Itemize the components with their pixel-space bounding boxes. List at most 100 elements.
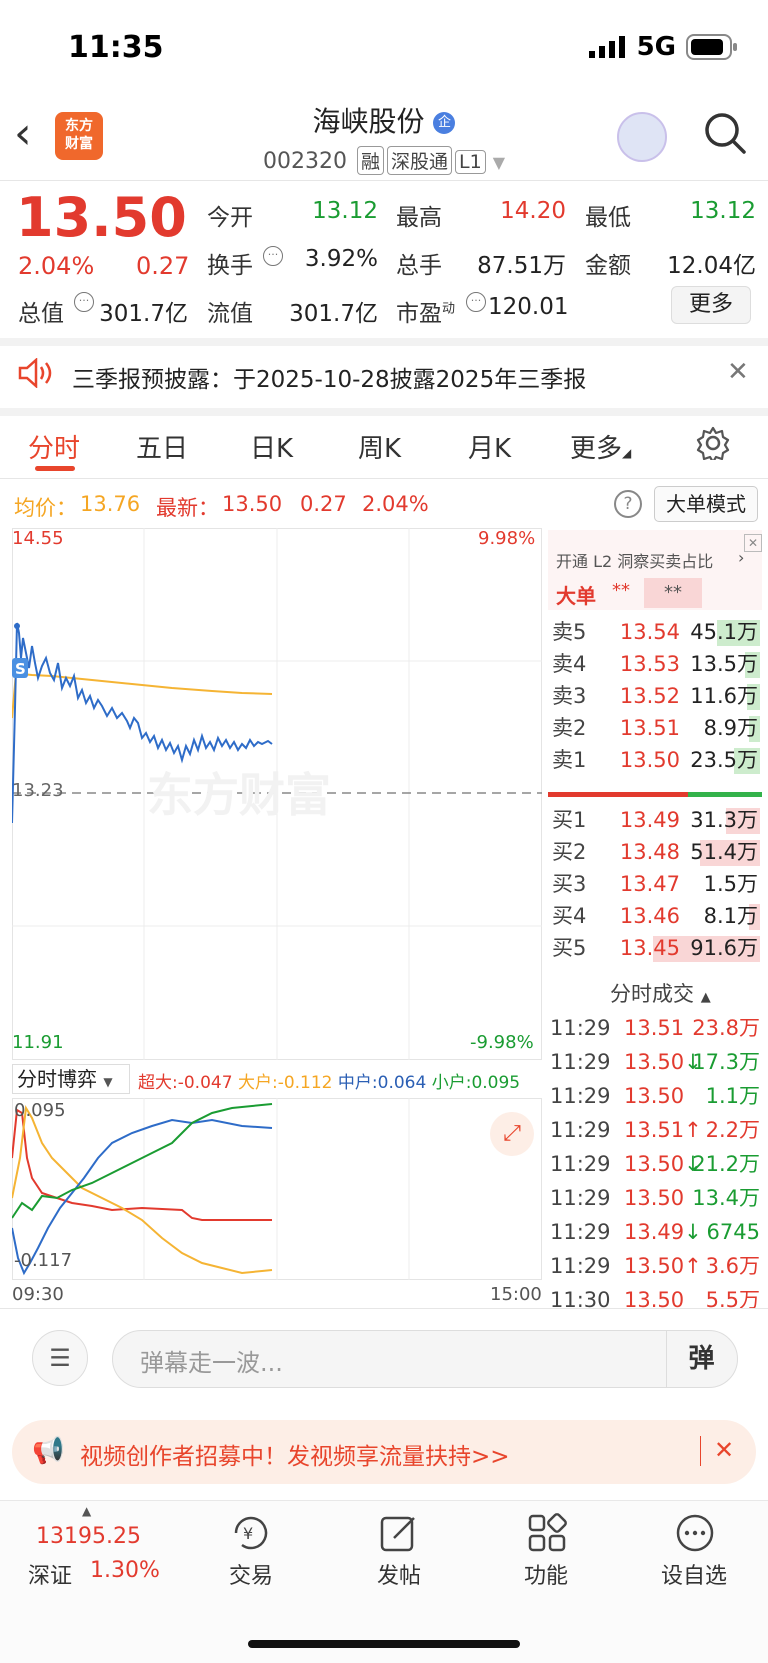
level-price: 13.53 — [619, 652, 680, 676]
level-price: 13.48 — [619, 840, 680, 864]
assistant-avatar-icon[interactable] — [617, 112, 667, 162]
buy-sell-ratio-green — [688, 792, 762, 797]
flow-y-bottom-label: -0.117 — [14, 1250, 73, 1271]
level-price: 13.46 — [619, 904, 680, 928]
y-bottom-label: 11.91 — [12, 1032, 64, 1053]
flow-large-value: -0.112 — [277, 1073, 333, 1093]
divider — [0, 478, 768, 479]
trade-volume: 17.3万 — [692, 1050, 760, 1074]
tab-intraday[interactable]: 分时 — [28, 428, 80, 465]
battery-icon — [686, 34, 737, 60]
level-label: 买4 — [552, 904, 587, 928]
network-label: 5G — [636, 32, 676, 62]
caret-up-icon: ▲ — [82, 1504, 92, 1518]
index-value[interactable]: 13195.25 — [36, 1524, 141, 1549]
tab-daily-k[interactable]: 日K — [250, 428, 293, 465]
low-value: 13.12 — [690, 198, 756, 224]
notice-text[interactable]: 三季报预披露：于2025-10-28披露2025年三季报 — [72, 360, 586, 394]
level-price: 13.54 — [619, 620, 680, 644]
svg-text:¥: ¥ — [243, 1524, 253, 1543]
change-pct: 2.04% — [18, 252, 95, 280]
watchlist-settings-icon[interactable] — [674, 1512, 716, 1554]
trade-time: 11:29 — [550, 1254, 611, 1278]
big-order-label: 大单 — [556, 584, 596, 608]
float-cap-value: 301.7亿 — [289, 301, 378, 327]
danmu-placeholder: 弹幕走一波... — [140, 1349, 283, 1377]
section-gap — [0, 408, 768, 416]
expand-icon[interactable]: ⤢ — [490, 1112, 534, 1156]
tab-more[interactable]: 更多◢ — [570, 428, 631, 465]
functions-icon[interactable] — [526, 1512, 568, 1554]
ask-row[interactable]: 卖3 13.52 11.6万 — [548, 680, 762, 712]
ask-row[interactable]: 卖4 13.53 13.5万 — [548, 648, 762, 680]
tab-weekly-k[interactable]: 周K — [358, 428, 401, 465]
settings-gear-icon[interactable] — [696, 426, 730, 460]
more-dots-icon[interactable]: ··· — [466, 292, 486, 312]
post-icon[interactable] — [378, 1512, 420, 1554]
section-gap — [0, 338, 768, 346]
more-dots-icon[interactable]: ··· — [74, 292, 94, 312]
big-order-stars-1: ** — [612, 580, 630, 601]
bid-row[interactable]: 买3 13.47 1.5万 — [548, 868, 762, 900]
close-icon[interactable]: ✕ — [727, 357, 749, 387]
bid-row[interactable]: 买5 13.45 91.6万 — [548, 932, 762, 964]
l2-text[interactable]: 开通 L2 洞察买卖占比 — [556, 548, 713, 572]
more-button[interactable]: 更多 — [671, 286, 751, 324]
trades-title[interactable]: 分时成交 ▲ — [610, 978, 711, 1008]
flow-super-label: 超大: — [138, 1073, 178, 1093]
level-price: 13.50 — [619, 748, 680, 772]
index-name[interactable]: 深证 — [28, 1558, 72, 1590]
help-icon[interactable]: ? — [614, 490, 642, 518]
big-order-mode-button[interactable]: 大单模式 — [654, 486, 758, 522]
trade-volume: 6745 — [706, 1220, 760, 1244]
ask-row[interactable]: 卖1 13.50 23.5万 — [548, 744, 762, 776]
trade-row: 11:30 13.50 5.5万 — [550, 1284, 760, 1316]
flow-chart[interactable] — [12, 1098, 542, 1280]
divider — [0, 180, 768, 181]
danmu-send-button[interactable]: 弹 — [666, 1331, 736, 1387]
trade-volume: 1.1万 — [705, 1084, 760, 1108]
volume-label: 总手 — [396, 253, 442, 279]
danmu-settings-icon[interactable]: ☰ — [32, 1330, 88, 1386]
banner-text[interactable]: 视频创作者招募中！发视频享流量扶持>> — [80, 1437, 510, 1471]
home-indicator — [248, 1640, 520, 1648]
status-right: 5G — [588, 32, 738, 62]
latest-value: 13.50 — [222, 492, 283, 516]
nav-trade[interactable]: 交易 — [191, 1558, 311, 1590]
tab-five-day[interactable]: 五日 — [136, 428, 188, 465]
level-label: 买5 — [552, 936, 587, 960]
flow-mid-value: 0.064 — [377, 1073, 427, 1093]
tab-monthly-k[interactable]: 月K — [468, 428, 511, 465]
status-time: 11:35 — [68, 30, 164, 65]
more-dots-icon[interactable]: ··· — [263, 246, 283, 266]
trade-volume: 23.8万 — [692, 1016, 760, 1040]
nav-watchlist[interactable]: 设自选 — [634, 1558, 754, 1590]
tab-underline — [35, 466, 75, 471]
trade-row: 11:29 13.50↑ 3.6万 — [550, 1250, 760, 1282]
level-label: 买2 — [552, 840, 587, 864]
close-icon[interactable]: ✕ — [714, 1436, 734, 1464]
flow-selector-label: 分时博弈 — [17, 1067, 97, 1091]
volume-value: 87.51万 — [477, 253, 566, 279]
trade-price: 13.50 — [624, 1288, 685, 1312]
bid-row[interactable]: 买2 13.48 51.4万 — [548, 836, 762, 868]
bid-row[interactable]: 买1 13.49 31.3万 — [548, 804, 762, 836]
dropdown-icon[interactable]: ▼ — [493, 153, 505, 172]
ask-row[interactable]: 卖5 13.54 45.1万 — [548, 616, 762, 648]
bid-row[interactable]: 买4 13.46 8.1万 — [548, 900, 762, 932]
intraday-chart[interactable]: 东方财富 S — [12, 528, 542, 1060]
flow-selector[interactable]: 分时博弈 ▼ — [12, 1064, 130, 1094]
ask-row[interactable]: 卖2 13.51 8.9万 — [548, 712, 762, 744]
avg-label: 均价： — [14, 496, 77, 520]
trade-icon[interactable]: ¥ — [230, 1512, 272, 1554]
nav-post[interactable]: 发帖 — [339, 1558, 459, 1590]
level-volume: 13.5万 — [690, 652, 758, 676]
close-icon[interactable]: ✕ — [744, 534, 762, 552]
trade-price: 13.51 — [624, 1016, 685, 1040]
level-price: 13.45 — [619, 936, 680, 960]
open-label: 今开 — [207, 205, 253, 231]
search-icon[interactable] — [704, 112, 746, 154]
index-pct[interactable]: 1.30% — [90, 1558, 160, 1583]
nav-functions[interactable]: 功能 — [486, 1558, 606, 1590]
flow-small-value: 0.095 — [471, 1073, 521, 1093]
